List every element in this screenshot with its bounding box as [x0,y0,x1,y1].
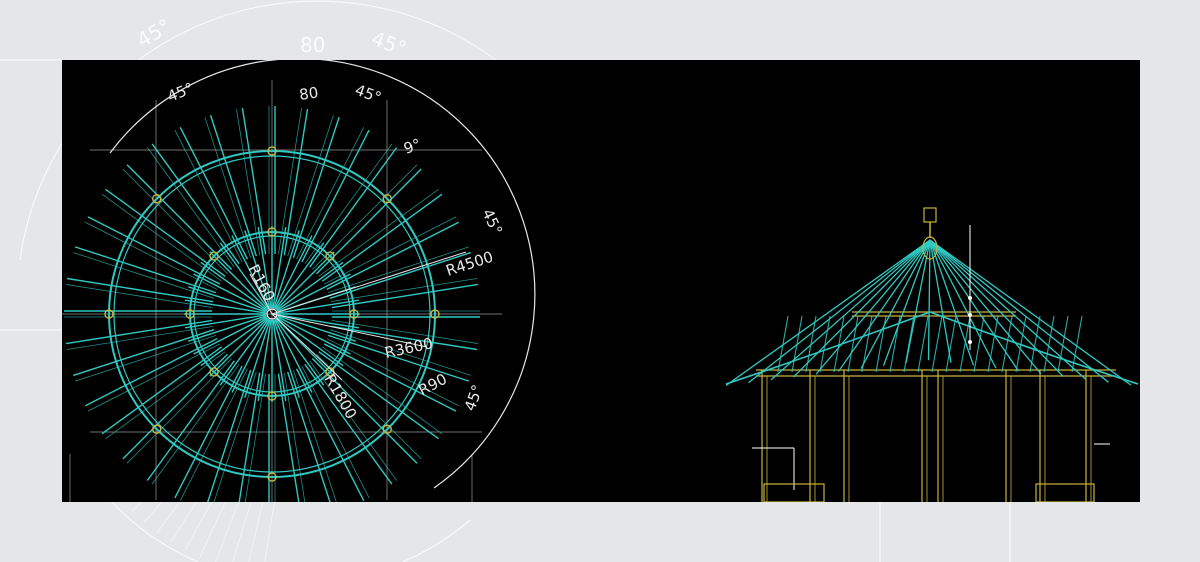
roof-rafter-tail [931,315,943,373]
roof-rafter [748,239,931,384]
roof-rafter [837,239,931,372]
rafter-outer-edge [236,108,261,256]
dim-angle-small: 9° [401,135,423,158]
rafter-outer [66,277,214,303]
roof-rafters [725,239,1139,387]
dim-angle-top-right: 45° [353,81,384,107]
cad-drawing-canvas: 45° 80 45° 9° 45° 45° R4500 R3600 R1800 … [62,60,1140,502]
rafter-outer [283,108,309,256]
rafter-outer-edge [287,115,334,257]
elevation-dim-tick [968,313,972,317]
roof-rafter [929,239,1109,383]
rafter-outer-edge [330,278,478,303]
rafter-inner [275,251,335,311]
pavilion-elevation-view [725,207,1139,502]
elevation-columns [761,370,1092,502]
bg-label-center: 80 [300,33,325,57]
bg-label-left: 45° [133,14,176,53]
rafter-outer-edge [73,252,215,299]
rafter-inner [275,317,335,377]
dim-angle-top-center: 80 [298,83,319,103]
rafter-outer-edge [66,325,214,350]
roof-rafter-tail [861,315,873,373]
roof-rafter [929,239,997,369]
roof-rafter [927,239,931,361]
roof-rafter-tail [903,315,915,373]
rafter-outer-edge [87,343,221,412]
bg-lower-arc [109,499,471,562]
roof-rafter-tail [973,315,985,373]
rafter-outer-edge [323,216,457,285]
elevation-dim-tick [968,340,972,344]
rafter-outer [87,216,221,285]
elevation-dim-tick [968,296,972,300]
rafter-inner [209,317,269,377]
roof-rafter-tail [1001,315,1013,373]
roof-rafter [860,239,931,369]
roof-rafter-tail [847,315,859,373]
roof-rafter-tail [917,315,929,373]
dim-angle-right-upper: 45° [478,206,506,238]
roof-rafter [815,239,931,375]
rafter-outer [207,369,252,502]
bg-label-right: 45° [368,26,410,61]
cad-drawing: 45° 80 45° 9° 45° 45° R4500 R3600 R1800 … [62,60,1139,502]
dim-radius-middle: R3600 [383,334,434,362]
dim-radius-column: R90 [415,370,450,400]
pavilion-plan-view: 45° 80 45° 9° 45° 45° R4500 R3600 R1800 … [62,60,536,502]
roof-rafter [929,239,1042,375]
dim-angle-right-lower: 45° [461,382,487,413]
roof-finial [923,207,937,223]
roof-rafter [793,239,931,378]
roof-rafter-tail [791,315,803,373]
roof-rafter [725,239,931,387]
dim-angle-top-left: 45° [165,79,196,106]
